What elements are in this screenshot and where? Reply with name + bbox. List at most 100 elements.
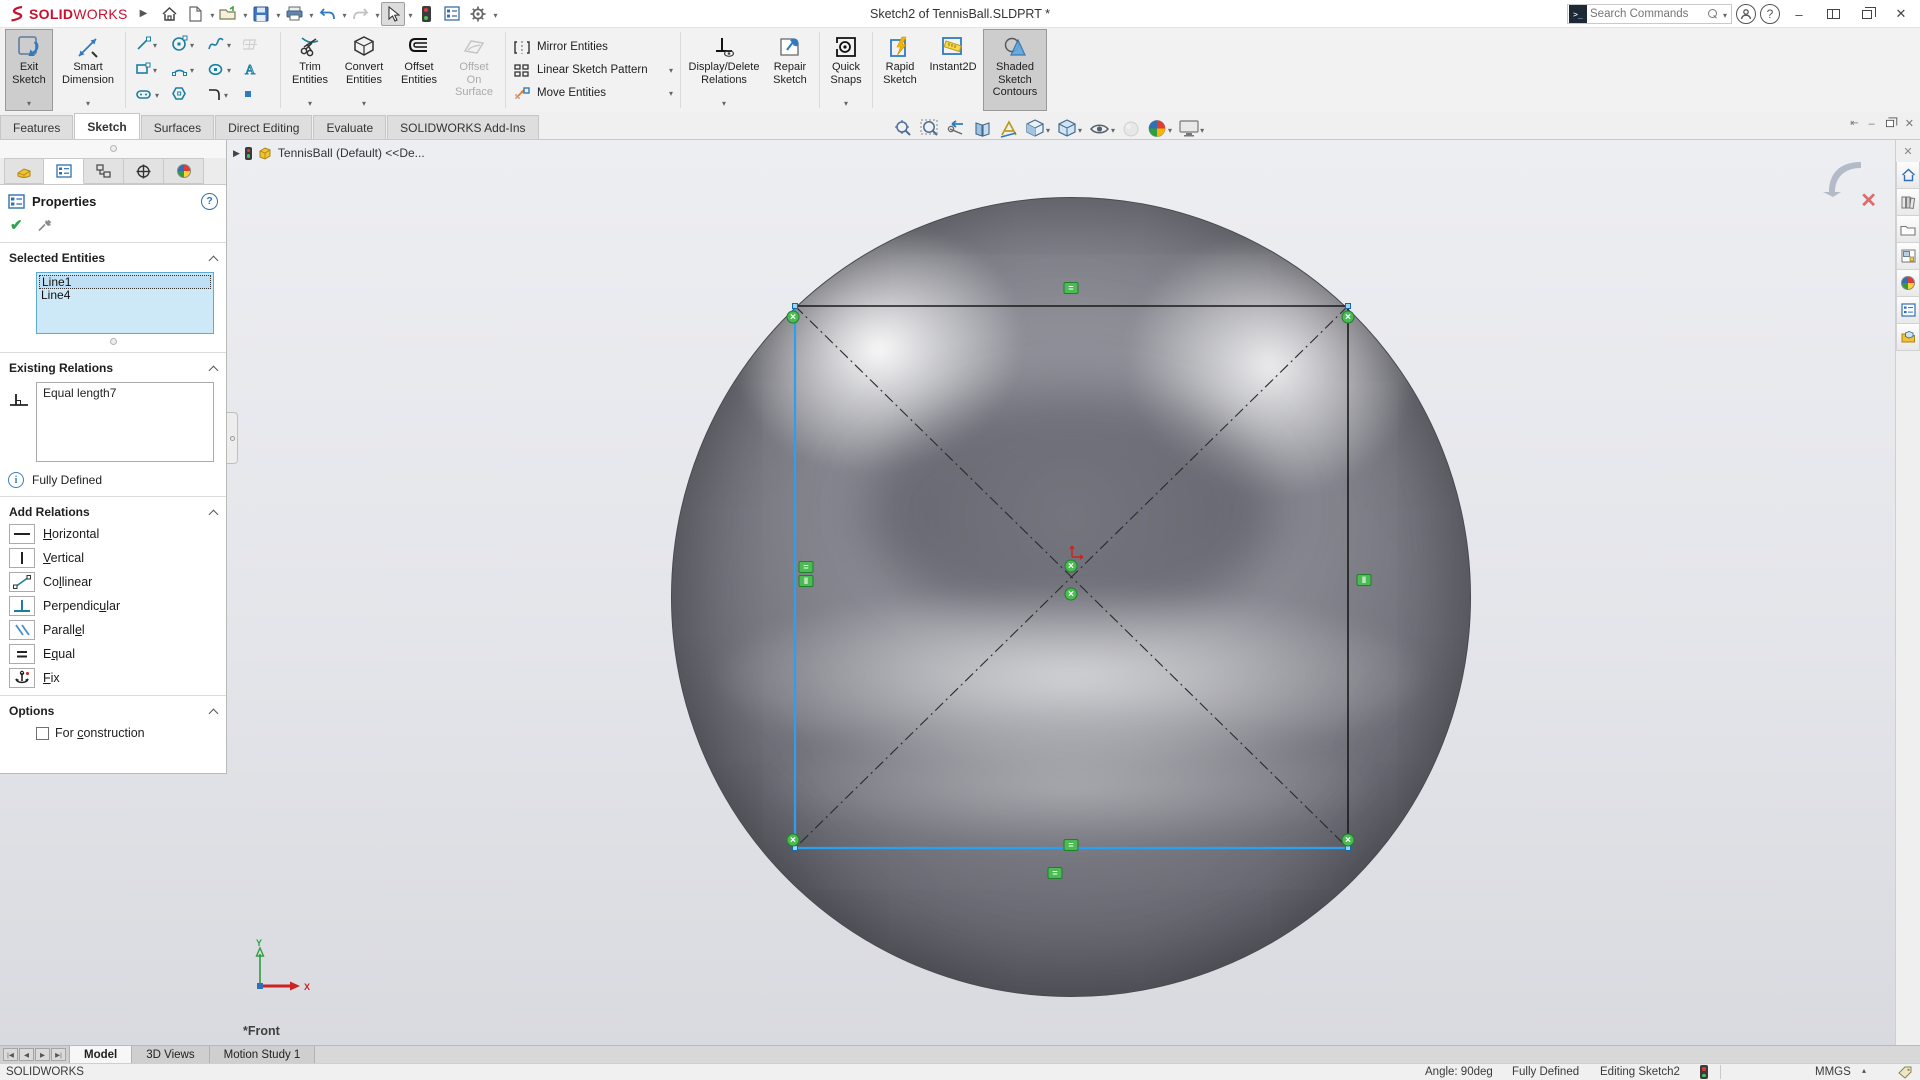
doc-minimize-icon[interactable]: – bbox=[1869, 118, 1875, 130]
endpoint-handle[interactable] bbox=[792, 303, 798, 309]
panel-grip[interactable] bbox=[0, 140, 226, 158]
status-units[interactable]: MMGS bbox=[1815, 1066, 1851, 1078]
endpoint-handle[interactable] bbox=[1345, 303, 1351, 309]
search-commands-box[interactable]: >_ bbox=[1567, 4, 1732, 24]
convert-caret[interactable] bbox=[362, 96, 366, 110]
trim-caret[interactable] bbox=[308, 96, 312, 110]
tab-dimxpert-manager[interactable] bbox=[124, 158, 164, 184]
pin-icon[interactable] bbox=[37, 218, 53, 232]
selected-entity-item[interactable]: Line4 bbox=[39, 289, 211, 303]
new-document-button[interactable] bbox=[183, 2, 207, 26]
select-tool-button[interactable] bbox=[381, 2, 405, 26]
collapse-chevron-icon[interactable] bbox=[209, 255, 219, 265]
exit-sketch-caret[interactable] bbox=[27, 96, 31, 110]
view-orientation-button[interactable] bbox=[1023, 118, 1052, 139]
settings-caret[interactable] bbox=[493, 7, 497, 21]
search-input[interactable] bbox=[1590, 8, 1708, 20]
sketch-visibility-button[interactable] bbox=[997, 119, 1020, 139]
select-caret[interactable] bbox=[408, 7, 412, 21]
listbox-resize-dot[interactable] bbox=[110, 338, 117, 345]
relation-badge-vertical-right[interactable]: ‖ bbox=[1357, 574, 1372, 586]
relation-badge-equal-bottom[interactable]: = bbox=[1064, 839, 1079, 851]
status-traffic-light-icon[interactable] bbox=[1700, 1065, 1708, 1079]
tab-features[interactable]: Features bbox=[0, 115, 73, 139]
view-palette-button[interactable] bbox=[1896, 243, 1920, 270]
quick-snaps-caret[interactable] bbox=[844, 96, 848, 110]
solidworks-resources-button[interactable] bbox=[1896, 324, 1920, 351]
save-caret[interactable] bbox=[276, 7, 280, 21]
shaded-sketch-contours-button[interactable]: Shaded Sketch Contours bbox=[983, 29, 1047, 111]
print-button[interactable] bbox=[282, 2, 306, 26]
restore-button[interactable] bbox=[1852, 1, 1882, 27]
display-delete-relations-button[interactable]: Display/Delete Relations bbox=[685, 29, 763, 111]
repair-sketch-button[interactable]: Repair Sketch bbox=[765, 29, 815, 111]
minimize-button[interactable]: – bbox=[1784, 1, 1814, 27]
tab-property-manager[interactable] bbox=[44, 158, 84, 184]
instant2d-button[interactable]: Instant2D bbox=[925, 29, 981, 111]
tab-solidworks-add-ins[interactable]: SOLIDWORKS Add-Ins bbox=[387, 115, 538, 139]
ellipse-caret[interactable] bbox=[227, 62, 231, 76]
units-caret-icon[interactable]: ▴ bbox=[1862, 1066, 1866, 1075]
relation-badge-coincident-center-1[interactable]: ✕ bbox=[1065, 560, 1078, 573]
add-relation-parallel[interactable]: Parallel bbox=[9, 619, 226, 641]
menu-expand-arrow-icon[interactable]: ▶ bbox=[140, 8, 148, 19]
arc-caret[interactable] bbox=[190, 62, 194, 76]
tab-3d-views[interactable]: 3D Views bbox=[132, 1046, 209, 1063]
circle-tool[interactable] bbox=[167, 35, 194, 52]
search-caret[interactable] bbox=[1723, 7, 1727, 21]
appearances-button[interactable] bbox=[1896, 270, 1920, 297]
selected-entity-item[interactable]: Line1 bbox=[39, 275, 211, 289]
doc-cascade-icon[interactable]: ⇤ bbox=[1850, 118, 1858, 129]
relation-badge-equal-bottom-2[interactable]: = bbox=[1048, 867, 1063, 879]
for-construction-checkbox[interactable] bbox=[36, 727, 49, 740]
tab-nav-prev[interactable]: ◀ bbox=[19, 1048, 34, 1061]
tab-direct-editing[interactable]: Direct Editing bbox=[215, 115, 312, 139]
relation-badge-equal-left[interactable]: = bbox=[799, 561, 814, 573]
display-style-button[interactable] bbox=[1055, 118, 1084, 139]
move-entities-button[interactable]: Move Entities bbox=[513, 82, 673, 105]
zoom-to-fit-button[interactable] bbox=[892, 118, 915, 139]
offset-entities-button[interactable]: Offset Entities bbox=[393, 29, 445, 111]
add-relation-vertical[interactable]: Vertical bbox=[9, 547, 226, 569]
tab-motion-study-1[interactable]: Motion Study 1 bbox=[210, 1046, 316, 1063]
new-document-caret[interactable] bbox=[210, 7, 214, 21]
tab-display-manager[interactable] bbox=[164, 158, 204, 184]
sketch-3d-tool[interactable] bbox=[239, 36, 259, 52]
print-caret[interactable] bbox=[309, 7, 313, 21]
fillet-caret[interactable] bbox=[224, 87, 228, 101]
close-button[interactable]: ✕ bbox=[1886, 1, 1916, 27]
tab-configuration-manager[interactable] bbox=[84, 158, 124, 184]
line-tool[interactable] bbox=[131, 36, 157, 52]
convert-entities-button[interactable]: Convert Entities bbox=[337, 29, 391, 111]
settings-button[interactable] bbox=[466, 2, 490, 26]
ellipse-tool[interactable] bbox=[203, 62, 231, 76]
add-relation-fix[interactable]: Fix bbox=[9, 667, 226, 689]
spline-caret[interactable] bbox=[227, 37, 231, 51]
add-relation-equal[interactable]: Equal bbox=[9, 643, 226, 665]
move-entities-caret[interactable] bbox=[669, 87, 673, 99]
custom-properties-button[interactable] bbox=[1896, 297, 1920, 324]
tab-nav-first[interactable]: |◀ bbox=[3, 1048, 18, 1061]
rectangle-tool[interactable] bbox=[131, 62, 157, 76]
redo-caret[interactable] bbox=[375, 7, 379, 21]
fillet-tool[interactable] bbox=[203, 87, 228, 101]
selected-entities-listbox[interactable]: Line1 Line4 bbox=[36, 272, 214, 334]
relation-badge-coincident-center-2[interactable]: ✕ bbox=[1065, 588, 1078, 601]
collapse-chevron-icon[interactable] bbox=[209, 708, 219, 718]
apply-scene-caret[interactable] bbox=[1168, 122, 1172, 136]
expand-panes-button[interactable] bbox=[1818, 1, 1848, 27]
trim-entities-button[interactable]: Trim Entities bbox=[285, 29, 335, 111]
smart-dimension-button[interactable]: Smart Dimension bbox=[55, 29, 121, 111]
tab-sketch[interactable]: Sketch bbox=[74, 113, 139, 139]
doc-close-icon[interactable]: ✕ bbox=[1905, 117, 1914, 130]
section-view-button[interactable] bbox=[971, 119, 994, 139]
previous-view-button[interactable] bbox=[944, 119, 968, 138]
linear-sketch-pattern-button[interactable]: Linear Sketch Pattern bbox=[513, 59, 673, 82]
performance-evaluation-button[interactable] bbox=[414, 2, 438, 26]
relation-badge-vertical-left[interactable]: ‖ bbox=[799, 575, 814, 587]
collapse-chevron-icon[interactable] bbox=[209, 509, 219, 519]
relation-badge-coincident-bl[interactable]: ✕ bbox=[787, 834, 800, 847]
tab-nav-next[interactable]: ▶ bbox=[35, 1048, 50, 1061]
sketch-geometry[interactable] bbox=[0, 140, 1895, 1045]
circle-caret[interactable] bbox=[190, 37, 194, 51]
